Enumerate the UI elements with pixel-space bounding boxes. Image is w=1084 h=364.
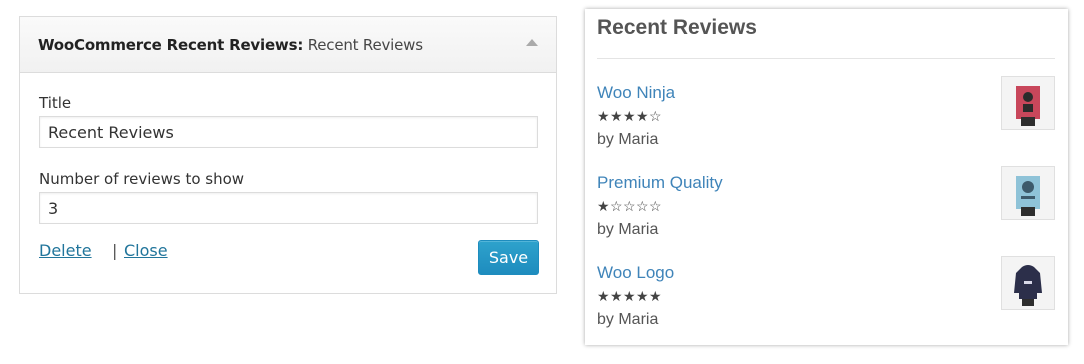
star-filled-icon: ★	[623, 108, 636, 124]
star-filled-icon: ★	[636, 288, 649, 304]
star-empty-icon: ☆	[649, 108, 662, 124]
review-product-link[interactable]: Woo Ninja	[597, 83, 675, 103]
close-link[interactable]: Close	[124, 241, 168, 260]
divider	[597, 58, 1055, 59]
star-rating: ★ ★ ★ ★ ☆	[597, 109, 663, 123]
delete-link[interactable]: Delete	[39, 241, 92, 260]
review-product-link[interactable]: Premium Quality	[597, 173, 723, 193]
star-filled-icon: ★	[636, 108, 649, 124]
triangle-up-icon[interactable]	[526, 39, 538, 46]
review-author: by Maria	[597, 311, 659, 328]
poster-premium-quality-image[interactable]	[1001, 166, 1055, 220]
star-filled-icon: ★	[649, 288, 662, 304]
recent-reviews-preview: Recent Reviews Woo Ninja ★ ★ ★ ★ ☆ by Maria …	[585, 9, 1068, 345]
widget-title-sub: Recent Reviews	[303, 36, 423, 54]
poster-ninja-image[interactable]	[1001, 76, 1055, 130]
star-filled-icon: ★	[623, 288, 636, 304]
star-filled-icon: ★	[610, 288, 623, 304]
star-filled-icon: ★	[597, 108, 610, 124]
review-product-link[interactable]: Woo Logo	[597, 263, 674, 283]
review-item: Woo Ninja ★ ★ ★ ★ ☆ by Maria	[597, 76, 1055, 163]
star-empty-icon: ☆	[649, 198, 662, 214]
star-filled-icon: ★	[597, 198, 610, 214]
widget-settings-panel: WooCommerce Recent Reviews: Recent Revie…	[19, 16, 557, 294]
title-input[interactable]	[39, 116, 538, 148]
star-rating: ★ ☆ ☆ ☆ ☆	[597, 199, 663, 213]
widget-title-main: WooCommerce Recent Reviews:	[38, 36, 304, 54]
link-separator: |	[112, 241, 118, 260]
star-empty-icon: ☆	[623, 198, 636, 214]
widget-title: WooCommerce Recent Reviews: Recent Revie…	[38, 36, 423, 54]
star-filled-icon: ★	[610, 108, 623, 124]
save-button[interactable]: Save	[478, 240, 539, 275]
review-item: Woo Logo ★ ★ ★ ★ ★ by Maria	[597, 256, 1055, 343]
count-input[interactable]	[39, 192, 538, 224]
review-author: by Maria	[597, 131, 659, 148]
title-field-label: Title	[39, 94, 72, 112]
star-empty-icon: ☆	[610, 198, 623, 214]
review-item: Premium Quality ★ ☆ ☆ ☆ ☆ by Maria	[597, 166, 1055, 253]
preview-heading: Recent Reviews	[597, 16, 757, 39]
review-author: by Maria	[597, 221, 659, 238]
star-empty-icon: ☆	[636, 198, 649, 214]
star-filled-icon: ★	[597, 288, 610, 304]
star-rating: ★ ★ ★ ★ ★	[597, 289, 663, 303]
widget-header[interactable]: WooCommerce Recent Reviews: Recent Revie…	[20, 17, 556, 73]
hoodie-woo-logo-image[interactable]	[1001, 256, 1055, 310]
count-field-label: Number of reviews to show	[39, 170, 245, 188]
